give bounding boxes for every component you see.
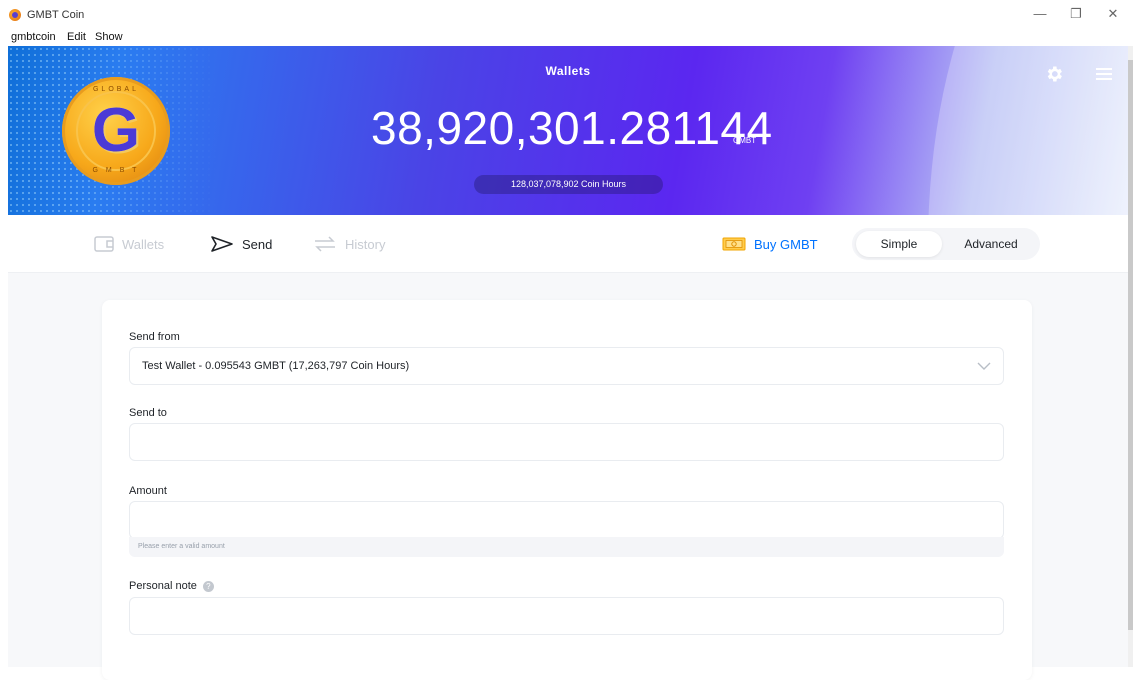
send-icon xyxy=(211,236,233,252)
mode-toggle: Simple Advanced xyxy=(852,228,1040,260)
money-icon xyxy=(722,237,746,251)
menu-show[interactable]: Show xyxy=(95,31,123,43)
amount-input[interactable] xyxy=(129,501,1004,539)
menu-edit[interactable]: Edit xyxy=(67,31,86,43)
send-to-input[interactable] xyxy=(129,423,1004,461)
app-logo-icon xyxy=(9,9,21,21)
nav-history-label: History xyxy=(345,236,386,252)
chevron-down-icon xyxy=(977,362,991,370)
help-question-icon[interactable]: ? xyxy=(202,580,214,592)
main-navigation: Wallets Send History Buy GMBT Simple Adv… xyxy=(8,215,1128,273)
history-arrows-icon xyxy=(315,236,335,252)
nav-history[interactable]: History xyxy=(313,233,385,255)
menu-bar: gmbtcoin Edit Show xyxy=(0,30,1133,46)
header-title: Wallets xyxy=(545,64,591,78)
nav-wallets-label: Wallets xyxy=(122,236,165,252)
send-from-value: Test Wallet - 0.095543 GMBT (17,263,797 … xyxy=(142,360,410,372)
buy-gmbt-label: Buy GMBT xyxy=(754,236,818,252)
send-from-select[interactable]: Test Wallet - 0.095543 GMBT (17,263,797 … xyxy=(129,347,1004,385)
amount-label: Amount xyxy=(129,485,167,497)
personal-note-label: Personal note xyxy=(129,580,197,592)
mode-simple-button[interactable]: Simple xyxy=(856,231,942,257)
amount-error-text: Please enter a valid amount xyxy=(138,543,225,550)
personal-note-label-row: Personal note? xyxy=(129,580,214,592)
send-form-card: Send from Test Wallet - 0.095543 GMBT (1… xyxy=(102,300,1032,680)
send-from-label: Send from xyxy=(129,331,180,343)
coin-hours-badge: 128,037,078,902 Coin Hours xyxy=(474,175,663,194)
menu-hamburger-icon[interactable] xyxy=(1094,64,1114,84)
coin-letter: G xyxy=(91,96,141,165)
send-to-label: Send to xyxy=(129,407,167,419)
coin-text-bottom: G M B T xyxy=(92,167,140,174)
close-button[interactable]: ✕ xyxy=(1098,6,1128,22)
minimize-button[interactable]: — xyxy=(1025,6,1055,21)
balance-unit: GMBT xyxy=(733,136,757,145)
coin-text-top: GLOBAL xyxy=(92,86,139,93)
nav-send-label: Send xyxy=(242,236,273,252)
restore-button[interactable]: ❐ xyxy=(1061,6,1091,22)
mode-advanced-button[interactable]: Advanced xyxy=(948,231,1034,257)
menu-gmbtcoin[interactable]: gmbtcoin xyxy=(11,31,56,43)
amount-error-box: Please enter a valid amount xyxy=(129,537,1004,557)
wallet-icon xyxy=(94,236,114,252)
nav-send[interactable]: Send xyxy=(210,233,272,255)
scrollbar-thumb[interactable] xyxy=(1128,60,1133,630)
buy-gmbt-button[interactable]: Buy GMBT xyxy=(722,233,818,255)
personal-note-input[interactable] xyxy=(129,597,1004,635)
settings-gear-icon[interactable] xyxy=(1044,64,1064,84)
title-bar: GMBT Coin — ❐ ✕ xyxy=(0,0,1133,30)
gmbt-coin-logo: GLOBAL G G M B T xyxy=(62,77,170,185)
window-title: GMBT Coin xyxy=(27,9,85,21)
scrollbar[interactable] xyxy=(1128,46,1133,667)
wallet-header: GLOBAL G G M B T Wallets 38,920,301.2811… xyxy=(8,46,1128,215)
main-content: Send from Test Wallet - 0.095543 GMBT (1… xyxy=(8,273,1128,680)
nav-wallets[interactable]: Wallets xyxy=(94,233,164,255)
total-balance: 38,920,301.281144 xyxy=(371,102,773,154)
